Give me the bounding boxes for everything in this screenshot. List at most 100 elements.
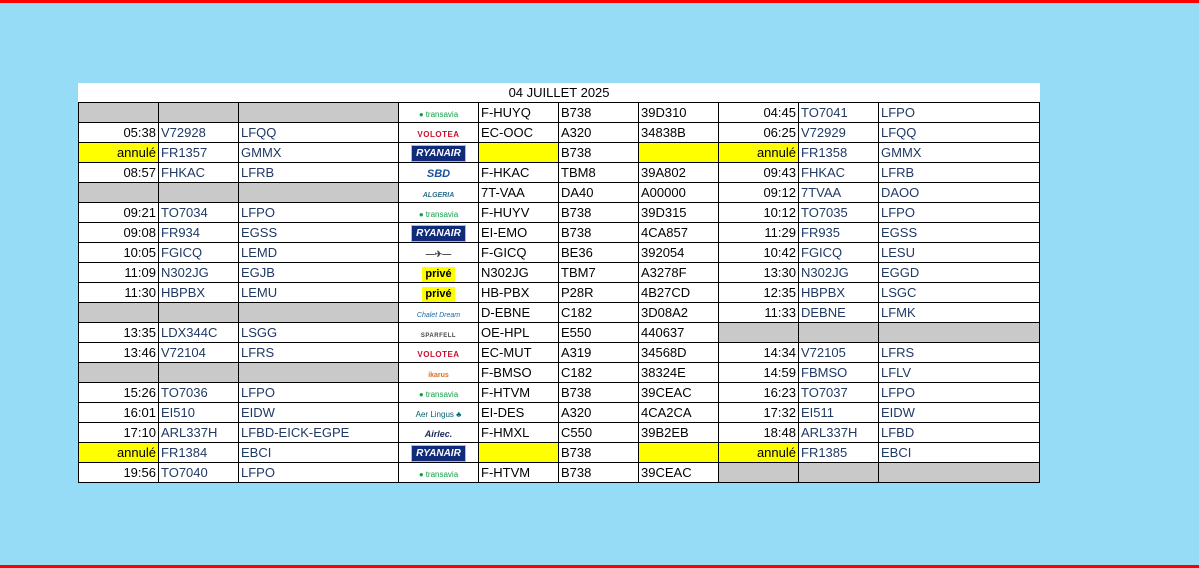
arrival-origin: EGSS xyxy=(238,222,399,243)
departure-time: 06:25 xyxy=(718,122,799,143)
departure-time: 11:29 xyxy=(718,222,799,243)
flight-row: annulé FR1357 GMMX RYANAIR B738 annulé FR1358 G… xyxy=(78,142,1041,163)
airline-logo-cell: ALGERIA xyxy=(398,182,479,203)
arrival-time: 11:30 xyxy=(78,282,159,303)
arrival-origin: LFPO xyxy=(238,382,399,403)
flight-row: 13:35 LDX344C LSGG SPARFELL OE-HPL E550 440637 xyxy=(78,322,1041,343)
aircraft-type: TBM8 xyxy=(558,162,639,183)
arrival-origin: LEMU xyxy=(238,282,399,303)
airline-logo-cell: VOLOTEA xyxy=(398,342,479,363)
departure-time: 16:23 xyxy=(718,382,799,403)
aircraft-type: A320 xyxy=(558,122,639,143)
departure-time: 10:12 xyxy=(718,202,799,223)
arrival-origin: EBCI xyxy=(238,442,399,463)
arrival-origin: LEMD xyxy=(238,242,399,263)
departure-destination: LFPO xyxy=(877,102,1041,123)
departure-destination: LFPO xyxy=(877,382,1041,403)
transponder-code: 4B27CD xyxy=(638,282,719,303)
arrival-flight-number: HBPBX xyxy=(158,282,239,303)
aircraft-type: B738 xyxy=(558,382,639,403)
flight-row: 05:38 V72928 LFQQ VOLOTEA EC-OOC A320 34838B 06… xyxy=(78,122,1041,143)
departure-flight-number: FHKAC xyxy=(798,162,879,183)
arrival-flight-number: EI510 xyxy=(158,402,239,423)
arrival-flight-number xyxy=(158,302,239,323)
arrival-flight-number: ARL337H xyxy=(158,422,239,443)
arrival-time: 13:35 xyxy=(78,322,159,343)
prive-logo: privé xyxy=(422,266,455,282)
transponder-code: 440637 xyxy=(638,322,719,343)
arrival-origin: LFRB xyxy=(238,162,399,183)
departure-destination: EGGD xyxy=(877,262,1041,283)
aircraft-type: TBM7 xyxy=(558,262,639,283)
flight-row: ikarus F-BMSO C182 38324E 14:59 FBMSO LFLV xyxy=(78,362,1041,383)
airline-logo-cell: Chalet Dream xyxy=(398,302,479,323)
transponder-code: 4CA857 xyxy=(638,222,719,243)
departure-destination: LFBD xyxy=(877,422,1041,443)
departure-flight-number: FBMSO xyxy=(798,362,879,383)
aircraft-type: C182 xyxy=(558,302,639,323)
aircraft-type: DA40 xyxy=(558,182,639,203)
aircraft-registration: F-HUYQ xyxy=(478,102,559,123)
departure-destination xyxy=(877,462,1041,483)
flight-row: transavia F-HUYQB73839D31004:45TO7041LFPO xyxy=(78,102,1041,123)
prive-logo: privé xyxy=(422,286,455,302)
departure-flight-number: ARL337H xyxy=(798,422,879,443)
arrival-flight-number: FR1384 xyxy=(158,442,239,463)
airline-logo-cell: transavia xyxy=(398,102,479,123)
sbd-logo: SBD xyxy=(426,167,451,180)
schedule-date-title: 04 JUILLET 2025 xyxy=(508,84,610,100)
transponder-code: 39CEAC xyxy=(638,382,719,403)
aircraft-registration: EI-DES xyxy=(478,402,559,423)
arrival-origin: EGJB xyxy=(238,262,399,283)
arrival-flight-number xyxy=(158,102,239,123)
arrival-time: 09:21 xyxy=(78,202,159,223)
transponder-code: A00000 xyxy=(638,182,719,203)
airline-logo-cell: Aer Lingus ♣ xyxy=(398,402,479,423)
flight-row: 16:01 EI510 EIDW Aer Lingus ♣ EI-DES A320 4CA2… xyxy=(78,402,1041,423)
arrival-time: annulé xyxy=(78,142,159,163)
departure-flight-number: 7TVAA xyxy=(798,182,879,203)
aircraft-type: B738 xyxy=(558,442,639,463)
departure-time: 13:30 xyxy=(718,262,799,283)
aircraft-type: B738 xyxy=(558,102,639,123)
transponder-code: 39D310 xyxy=(638,102,719,123)
aircraft-registration: F-GICQ xyxy=(478,242,559,263)
flight-row: 11:09 N302JG EGJB privé N302JG TBM7 A3278F 13:3… xyxy=(78,262,1041,283)
aircraft-registration xyxy=(478,142,559,163)
flight-row: 10:05 FGICQ LEMD —✈— F-GICQ BE36 392054 10:42 FG… xyxy=(78,242,1041,263)
departure-destination: EIDW xyxy=(877,402,1041,423)
aircraft-registration: 7T-VAA xyxy=(478,182,559,203)
aircraft-type: A320 xyxy=(558,402,639,423)
airline-logo-cell: Airlec. xyxy=(398,422,479,443)
transavia-logo: transavia xyxy=(419,389,458,401)
departure-destination: DAOO xyxy=(877,182,1041,203)
airline-logo-cell: RYANAIR xyxy=(398,222,479,243)
ryanair-logo: RYANAIR xyxy=(411,225,466,242)
arrival-flight-number: TO7036 xyxy=(158,382,239,403)
arrival-origin: LFPO xyxy=(238,202,399,223)
departure-destination: LFPO xyxy=(877,202,1041,223)
airline-logo-cell: SBD xyxy=(398,162,479,183)
departure-flight-number: FGICQ xyxy=(798,242,879,263)
arrival-time xyxy=(78,362,159,383)
departure-destination: EGSS xyxy=(877,222,1041,243)
arrival-flight-number xyxy=(158,362,239,383)
aircraft-registration xyxy=(478,442,559,463)
aircraft-registration: F-HTVM xyxy=(478,462,559,483)
transponder-code: 34568D xyxy=(638,342,719,363)
arrival-time xyxy=(78,302,159,323)
flight-row: 15:26TO7036LFPOtransaviaF-HTVMB73839CEAC… xyxy=(78,382,1041,403)
arrival-flight-number: FR1357 xyxy=(158,142,239,163)
departure-time: 09:43 xyxy=(718,162,799,183)
arrival-time: 05:38 xyxy=(78,122,159,143)
departure-time: 10:42 xyxy=(718,242,799,263)
arrival-time: 17:10 xyxy=(78,422,159,443)
departure-flight-number: DEBNE xyxy=(798,302,879,323)
transponder-code xyxy=(638,442,719,463)
aircraft-type: B738 xyxy=(558,202,639,223)
arrival-origin: LSGG xyxy=(238,322,399,343)
volotea-logo: VOLOTEA xyxy=(417,129,460,139)
arrival-origin: LFBD-EICK-EGPE xyxy=(238,422,399,443)
transponder-code: 39CEAC xyxy=(638,462,719,483)
aircraft-registration: EC-MUT xyxy=(478,342,559,363)
